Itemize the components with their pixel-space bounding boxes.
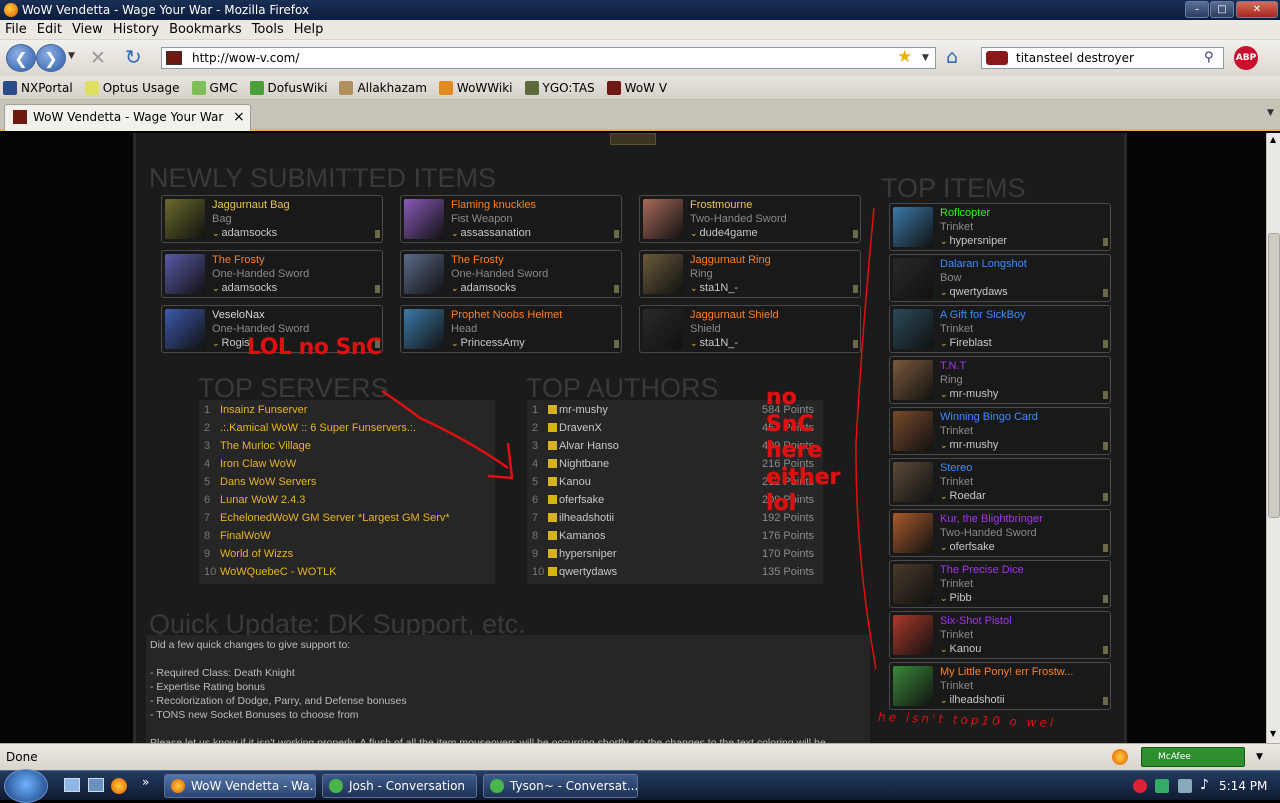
volume-icon[interactable]: ♪: [1200, 777, 1209, 793]
firefox-quicklaunch-icon[interactable]: [111, 778, 127, 794]
arrow-line: [381, 389, 509, 470]
menu-tools[interactable]: Tools: [247, 20, 289, 40]
bookmark-wow-v[interactable]: WoW V: [606, 76, 667, 100]
menu-file[interactable]: File: [0, 20, 32, 40]
bookmark-dofuswiki[interactable]: DofusWiki: [249, 76, 327, 100]
tab-close-icon[interactable]: ×: [233, 105, 245, 129]
minimize-button[interactable]: –: [1185, 1, 1209, 18]
dofus-icon: [249, 81, 264, 95]
tray-icon-1[interactable]: [1133, 779, 1147, 793]
task-label: Tyson~ - Conversat...: [510, 779, 638, 793]
taskbar-clock[interactable]: 5:14 PM: [1219, 771, 1267, 801]
messenger-icon: [490, 779, 504, 793]
menu-bookmarks[interactable]: Bookmarks: [164, 20, 247, 40]
bookmark-allakhazam[interactable]: Allakhazam: [339, 76, 427, 100]
divider-scrawl: [855, 207, 877, 670]
bookmark-nxportal[interactable]: NXPortal: [3, 76, 73, 100]
status-text: Done: [6, 750, 38, 764]
search-text: titansteel destroyer: [1016, 51, 1134, 65]
status-dropdown-icon[interactable]: ▼: [1256, 744, 1263, 770]
switch-windows-icon[interactable]: [88, 778, 104, 792]
site-favicon-icon: [166, 51, 182, 65]
task-firefox[interactable]: WoW Vendetta - Wa...: [164, 774, 316, 798]
home-icon[interactable]: ⌂: [946, 46, 958, 68]
menu-history[interactable]: History: [108, 20, 164, 40]
url-dropdown-icon[interactable]: ▼: [922, 48, 929, 68]
optus-icon: [84, 81, 99, 95]
wowwiki-icon: [438, 81, 453, 95]
menu-edit[interactable]: Edit: [32, 20, 67, 40]
maximize-button[interactable]: □: [1210, 1, 1234, 18]
ygo-icon: [524, 81, 539, 95]
page-viewport: NEWLY SUBMITTED ITEMS TOP ITEMS TOP SERV…: [0, 133, 1266, 743]
page-scrollbar[interactable]: ▲ ▼: [1266, 133, 1280, 743]
bookmark-ygo-tas[interactable]: YGO:TAS: [524, 76, 595, 100]
messenger-icon: [329, 779, 343, 793]
task-josh-conversation[interactable]: Josh - Conversation: [322, 774, 477, 798]
show-desktop-icon[interactable]: [64, 778, 80, 792]
nxp-icon: [3, 81, 17, 95]
quicklaunch-chevron-icon[interactable]: »: [142, 775, 149, 789]
task-label: Josh - Conversation: [349, 779, 466, 793]
navigation-toolbar: ❮ ❯ ▼ ✕ ↻ http://wow-v.com/ ★ ▼ ⌂ titans…: [0, 40, 1280, 76]
scroll-up-icon[interactable]: ▲: [1270, 135, 1276, 144]
bookmark-gmc[interactable]: GMC: [191, 76, 238, 100]
tab-list-icon[interactable]: ▼: [1267, 108, 1274, 118]
firefox-icon: [4, 3, 18, 17]
gmc-icon: [191, 81, 206, 95]
menu-help[interactable]: Help: [289, 20, 329, 40]
tab-title: WoW Vendetta - Wage Your War: [33, 110, 224, 124]
window-title: WoW Vendetta - Wage Your War - Mozilla F…: [22, 3, 310, 17]
scrollbar-thumb[interactable]: [1268, 233, 1280, 518]
bookmark-optus-usage[interactable]: Optus Usage: [84, 76, 180, 100]
search-bar[interactable]: titansteel destroyer ⚲: [981, 47, 1224, 69]
url-bar[interactable]: http://wow-v.com/ ★ ▼: [161, 47, 936, 69]
bookmark-wowwiki[interactable]: WoWWiki: [438, 76, 513, 100]
start-button[interactable]: [4, 769, 48, 803]
tray-icon-2[interactable]: [1155, 779, 1169, 793]
wowv-icon: [606, 81, 621, 95]
adblock-plus-icon[interactable]: ABP: [1234, 46, 1258, 70]
tab-favicon-icon: [13, 110, 27, 124]
mcafee-siteadvisor-button[interactable]: McAfee SiteAdvisor: [1141, 747, 1245, 781]
tab-wow-vendetta[interactable]: WoW Vendetta - Wage Your War ×: [4, 104, 251, 131]
bookmark-star-icon[interactable]: ★: [897, 47, 912, 67]
task-label: WoW Vendetta - Wa...: [191, 779, 316, 793]
status-bar: Done McAfee SiteAdvisor ▼: [0, 743, 1280, 781]
menu-view[interactable]: View: [67, 20, 108, 40]
task-tyson-conversation[interactable]: Tyson~ - Conversat...: [483, 774, 638, 798]
reload-icon[interactable]: ↻: [125, 45, 142, 69]
firefox-status-icon[interactable]: [1112, 749, 1128, 765]
back-button[interactable]: ❮: [6, 44, 36, 72]
scroll-down-icon[interactable]: ▼: [1270, 729, 1276, 738]
firefox-task-icon: [171, 779, 185, 793]
history-dropdown-icon[interactable]: ▼: [68, 51, 75, 61]
forward-button[interactable]: ❯: [36, 44, 66, 72]
annotation-scribbles: [381, 207, 877, 670]
search-engine-icon[interactable]: [986, 51, 1008, 65]
arrow-head: [487, 442, 514, 480]
search-magnifier-icon[interactable]: ⚲: [1204, 48, 1214, 68]
bookmarks-toolbar: NXPortal Optus Usage GMC DofusWiki Allakhaza…: [0, 76, 1280, 100]
stop-icon[interactable]: ✕: [90, 47, 106, 69]
url-text: http://wow-v.com/: [192, 51, 300, 65]
network-icon[interactable]: [1178, 779, 1192, 793]
close-window-button[interactable]: ✕: [1236, 1, 1278, 18]
allakhazam-icon: [339, 81, 354, 95]
menu-bar: File Edit View History Bookmarks Tools Help: [0, 20, 1280, 40]
window-titlebar: WoW Vendetta - Wage Your War - Mozilla F…: [0, 0, 1280, 20]
tab-bar: WoW Vendetta - Wage Your War × ▼: [0, 100, 1280, 131]
windows-taskbar: » WoW Vendetta - Wa... Josh - Conversati…: [0, 769, 1280, 803]
